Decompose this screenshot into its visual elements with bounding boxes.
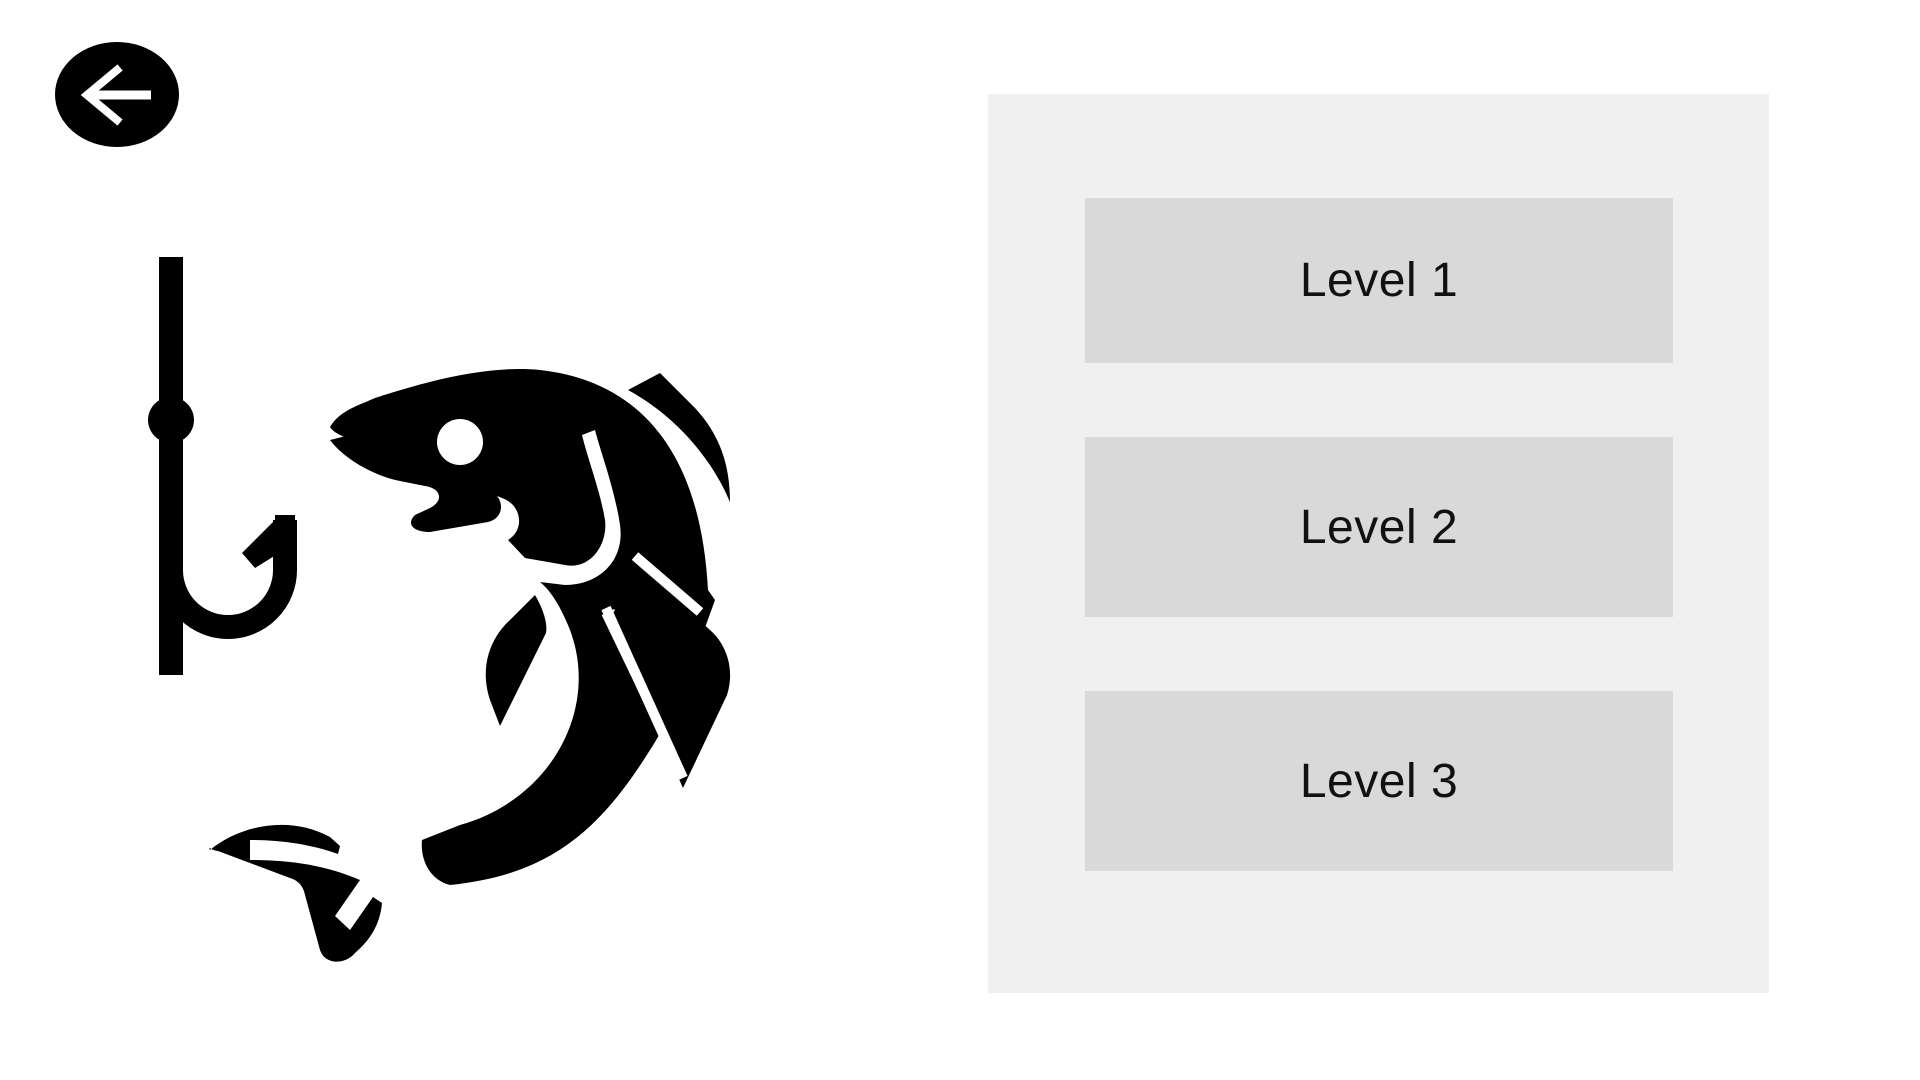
- level-select-screen: Level 1 Level 2 Level 3: [0, 0, 1920, 1080]
- fishing-illustration: [130, 240, 770, 980]
- level-2-button[interactable]: Level 2: [1085, 437, 1673, 617]
- level-panel: Level 1 Level 2 Level 3: [988, 94, 1769, 993]
- level-1-button[interactable]: Level 1: [1085, 198, 1673, 363]
- fish-hook-icon: [148, 257, 297, 675]
- arrow-left-icon: [77, 60, 157, 130]
- level-3-button[interactable]: Level 3: [1085, 691, 1673, 871]
- back-button[interactable]: [55, 42, 179, 147]
- fish-icon: [209, 369, 731, 962]
